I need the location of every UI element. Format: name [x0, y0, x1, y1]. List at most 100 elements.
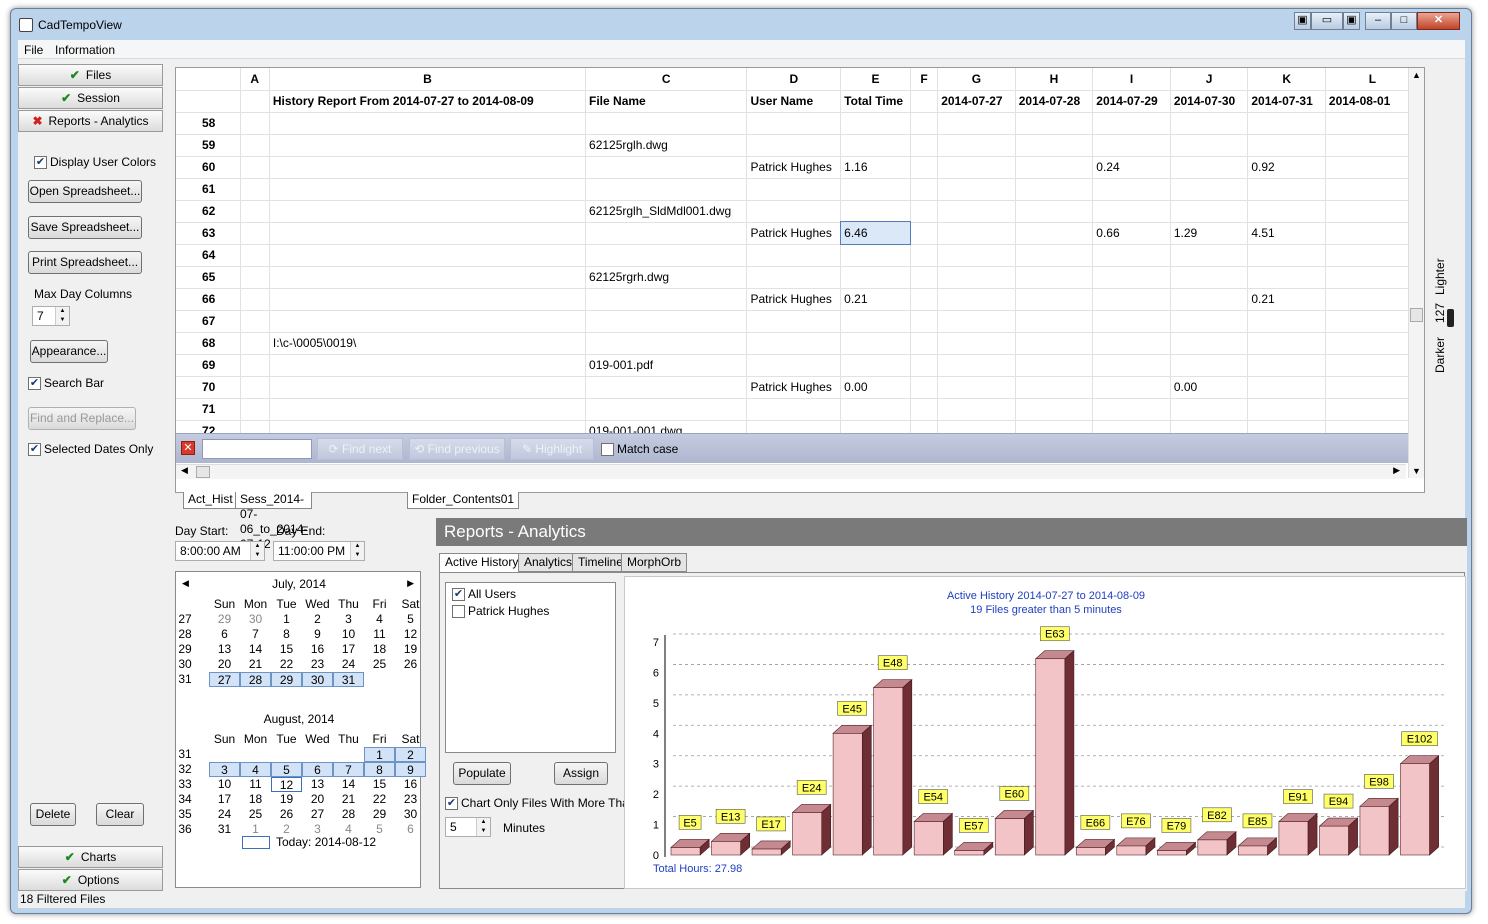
- row-header[interactable]: 71: [176, 398, 241, 421]
- calendar-day[interactable]: 6: [209, 627, 240, 642]
- calendar-day[interactable]: 23: [395, 792, 426, 807]
- cell[interactable]: Patrick Hughes: [746, 376, 842, 399]
- cell[interactable]: [1325, 244, 1421, 267]
- cell[interactable]: [937, 112, 1016, 135]
- cell[interactable]: [269, 266, 587, 289]
- header-cell[interactable]: 2014-07-31: [1247, 90, 1326, 113]
- cell[interactable]: [1170, 200, 1249, 223]
- search-input[interactable]: [202, 439, 312, 459]
- cell[interactable]: [269, 376, 587, 399]
- cell[interactable]: [1092, 134, 1171, 157]
- cell[interactable]: [1015, 332, 1094, 355]
- cell[interactable]: [840, 112, 911, 135]
- calendar-day[interactable]: 18: [364, 642, 395, 657]
- cell[interactable]: [269, 398, 587, 421]
- calendar-day[interactable]: 25: [240, 807, 271, 822]
- cell[interactable]: [1092, 288, 1171, 311]
- cell[interactable]: [240, 178, 270, 201]
- sheet-tab-act-hist[interactable]: Act_Hist: [183, 492, 238, 509]
- close-button[interactable]: ✕: [1417, 12, 1460, 30]
- cell[interactable]: [910, 288, 939, 311]
- nav-reports[interactable]: ✖ Reports - Analytics: [18, 110, 163, 132]
- horizontal-scrollbar[interactable]: ◀ ▶: [176, 464, 1406, 479]
- cell[interactable]: I:\c-\0005\0019\: [269, 332, 587, 355]
- cell[interactable]: [240, 354, 270, 377]
- calendar-day[interactable]: 1: [271, 612, 302, 627]
- calendar-day[interactable]: 26: [395, 657, 426, 672]
- cell[interactable]: [1247, 134, 1326, 157]
- cell[interactable]: [1170, 310, 1249, 333]
- column-header[interactable]: H: [1015, 68, 1094, 91]
- cell[interactable]: [1325, 266, 1421, 289]
- cell[interactable]: [910, 354, 939, 377]
- cell[interactable]: [1092, 398, 1171, 421]
- cell[interactable]: [910, 178, 939, 201]
- cell[interactable]: [1015, 222, 1094, 245]
- maximize-button[interactable]: □: [1391, 12, 1417, 30]
- cell[interactable]: [585, 332, 748, 355]
- cell[interactable]: [585, 222, 748, 245]
- vertical-scrollbar[interactable]: ▲ ▼: [1408, 68, 1424, 478]
- tab-morphorb[interactable]: MorphOrb: [621, 553, 688, 572]
- cell[interactable]: [1092, 244, 1171, 267]
- cell[interactable]: [269, 222, 587, 245]
- cell[interactable]: [746, 244, 842, 267]
- menu-information[interactable]: Information: [55, 43, 115, 57]
- cell[interactable]: [1325, 398, 1421, 421]
- slider-thumb[interactable]: [1447, 309, 1454, 327]
- header-cell[interactable]: 2014-08-01: [1325, 90, 1421, 113]
- cell[interactable]: [937, 134, 1016, 157]
- cell[interactable]: 0.21: [1247, 288, 1326, 311]
- cell[interactable]: [1015, 156, 1094, 179]
- cell[interactable]: [240, 376, 270, 399]
- cell[interactable]: 62125rglh_SldMdl001.dwg: [585, 200, 748, 223]
- calendar[interactable]: ◀ ▶ July, 2014 Sun Mon Tue Wed Thu Fri Sat 27 29…: [175, 571, 426, 888]
- calendar-day[interactable]: 11: [364, 627, 395, 642]
- calendar-day[interactable]: 5: [395, 612, 426, 627]
- calendar-day[interactable]: 8: [364, 762, 395, 777]
- cell[interactable]: [269, 200, 587, 223]
- row-header[interactable]: 63: [176, 222, 241, 245]
- cell[interactable]: Patrick Hughes: [746, 222, 842, 245]
- calendar-day[interactable]: 27: [209, 672, 240, 687]
- calendar-day[interactable]: 1: [240, 822, 271, 837]
- cell[interactable]: [910, 112, 939, 135]
- cell[interactable]: [1325, 112, 1421, 135]
- cell[interactable]: [746, 200, 842, 223]
- calendar-day[interactable]: 3: [209, 762, 240, 777]
- cell[interactable]: [746, 134, 842, 157]
- calendar-day[interactable]: 8: [271, 627, 302, 642]
- calendar-day[interactable]: 14: [240, 642, 271, 657]
- cell[interactable]: [1247, 310, 1326, 333]
- cell[interactable]: [840, 134, 911, 157]
- cell[interactable]: [1092, 332, 1171, 355]
- header-cell[interactable]: 2014-07-28: [1015, 90, 1094, 113]
- calendar-day[interactable]: 22: [364, 792, 395, 807]
- calendar-day[interactable]: 14: [333, 777, 364, 792]
- selected-cell[interactable]: 6.46: [839, 221, 912, 245]
- calendar-day[interactable]: 4: [364, 612, 395, 627]
- nav-options[interactable]: ✔ Options: [18, 869, 163, 891]
- cell[interactable]: [840, 200, 911, 223]
- brightness-slider[interactable]: Lighter 127 Darker: [1431, 67, 1455, 537]
- column-header[interactable]: K: [1247, 68, 1326, 91]
- calendar-day[interactable]: 20: [302, 792, 333, 807]
- calendar-day[interactable]: 21: [240, 657, 271, 672]
- calendar-day[interactable]: 26: [271, 807, 302, 822]
- header-cell[interactable]: File Name: [585, 90, 748, 113]
- cell[interactable]: [1170, 244, 1249, 267]
- cell[interactable]: [269, 354, 587, 377]
- row-header[interactable]: 70: [176, 376, 241, 399]
- header-cell[interactable]: User Name: [746, 90, 842, 113]
- spreadsheet-grid[interactable]: A B C D E F G H I J K L History Report From 2014-07-…: [176, 68, 1424, 443]
- column-header[interactable]: I: [1092, 68, 1171, 91]
- match-case-checkbox[interactable]: Match case: [601, 442, 678, 456]
- cell[interactable]: [840, 354, 911, 377]
- cell[interactable]: [585, 156, 748, 179]
- spinner-arrows-icon[interactable]: ▲ ▼: [350, 542, 364, 560]
- cell[interactable]: 4.51: [1247, 222, 1326, 245]
- cell[interactable]: 62125rglh.dwg: [585, 134, 748, 157]
- calendar-day[interactable]: 9: [302, 627, 333, 642]
- nav-session[interactable]: ✔ Session: [18, 87, 163, 109]
- corner-cell[interactable]: [176, 68, 241, 91]
